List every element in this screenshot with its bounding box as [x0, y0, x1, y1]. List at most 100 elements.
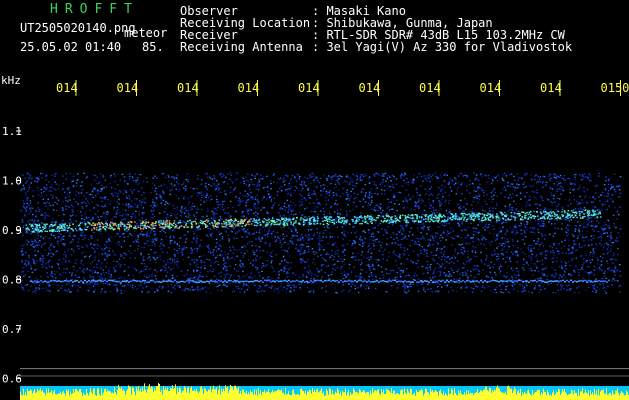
noise-dot	[176, 275, 178, 278]
noise-dot	[537, 228, 539, 231]
noise-dot	[574, 179, 577, 181]
noise-dot	[375, 209, 377, 211]
noise-dot	[401, 185, 404, 187]
noise-dot	[352, 173, 355, 175]
noise-dot	[359, 179, 362, 181]
noise-dot	[601, 203, 604, 205]
noise-dot	[532, 274, 534, 276]
noise-dot	[359, 264, 362, 266]
noise-dot	[611, 258, 613, 261]
noise-dot	[135, 181, 137, 183]
noise-dot	[79, 267, 81, 269]
noise-dot	[574, 271, 576, 273]
noise-dot	[427, 269, 429, 271]
noise-dot	[205, 196, 207, 198]
noise-dot	[577, 235, 579, 237]
noise-dot	[309, 174, 311, 176]
noise-dot	[514, 224, 517, 226]
noise-dot	[356, 193, 359, 195]
noise-dot	[390, 236, 392, 238]
noise-dot	[388, 251, 391, 254]
noise-dot	[333, 187, 336, 189]
noise-dot	[270, 287, 272, 289]
noise-dot	[496, 235, 498, 238]
noise-dot	[352, 181, 354, 183]
noise-dot	[497, 253, 499, 255]
noise-dot	[81, 185, 84, 187]
noise-dot	[310, 282, 312, 284]
noise-dot	[379, 223, 382, 225]
noise-dot	[354, 185, 356, 188]
noise-dot	[78, 276, 80, 278]
noise-dot	[612, 185, 615, 187]
noise-dot	[91, 201, 93, 203]
noise-dot	[179, 286, 181, 289]
noise-dot	[552, 292, 554, 294]
noise-dot	[88, 283, 91, 285]
noise-dot	[205, 199, 208, 201]
noise-dot	[568, 252, 570, 254]
noise-dot	[63, 235, 65, 237]
noise-dot	[25, 194, 27, 196]
noise-dot	[235, 196, 237, 198]
noise-dot	[293, 286, 296, 288]
noise-dot	[258, 179, 260, 181]
noise-dot	[575, 265, 577, 267]
noise-dot	[330, 274, 333, 276]
noise-dot	[177, 183, 179, 185]
noise-dot	[170, 284, 173, 286]
noise-dot	[286, 288, 288, 290]
noise-dot	[21, 286, 24, 288]
noise-dot	[616, 240, 619, 242]
noise-dot	[578, 271, 580, 274]
noise-dot	[116, 232, 118, 235]
noise-dot	[359, 177, 361, 179]
noise-dot	[609, 240, 611, 242]
noise-dot	[397, 267, 400, 270]
noise-dot	[568, 224, 570, 227]
noise-dot	[123, 189, 125, 191]
noise-dot	[428, 226, 431, 228]
noise-dot	[101, 215, 104, 217]
noise-dot	[490, 191, 493, 194]
noise-dot	[61, 207, 64, 209]
noise-dot	[106, 257, 109, 259]
noise-dot	[176, 213, 178, 215]
noise-dot	[165, 267, 167, 270]
noise-dot	[287, 268, 290, 270]
noise-dot	[488, 242, 490, 244]
noise-dot	[21, 288, 24, 290]
noise-dot	[155, 278, 157, 280]
noise-dot	[40, 253, 43, 255]
noise-dot	[513, 200, 515, 202]
noise-dot	[583, 187, 585, 189]
noise-dot	[254, 175, 256, 177]
noise-dot	[217, 206, 219, 209]
noise-dot	[268, 196, 271, 198]
noise-dot	[246, 193, 249, 195]
noise-dot	[268, 229, 270, 231]
noise-dot	[306, 206, 308, 209]
noise-dot	[543, 223, 545, 225]
noise-dot	[152, 201, 154, 203]
noise-dot	[183, 245, 186, 247]
noise-dot	[295, 230, 297, 232]
noise-dot	[166, 213, 169, 216]
noise-dot	[107, 253, 109, 255]
noise-dot	[360, 240, 362, 242]
noise-dot	[94, 256, 96, 258]
noise-dot	[210, 261, 212, 263]
noise-dot	[438, 202, 441, 204]
noise-dot	[48, 247, 50, 249]
noise-dot	[50, 271, 53, 273]
noise-dot	[510, 197, 513, 199]
noise-dot	[429, 268, 432, 270]
noise-dot	[229, 276, 231, 278]
noise-dot	[502, 254, 505, 256]
noise-dot	[49, 249, 51, 251]
noise-dot	[149, 232, 152, 234]
noise-dot	[577, 268, 579, 271]
noise-dot	[459, 172, 462, 174]
noise-dot	[470, 275, 472, 277]
noise-dot	[104, 253, 107, 255]
